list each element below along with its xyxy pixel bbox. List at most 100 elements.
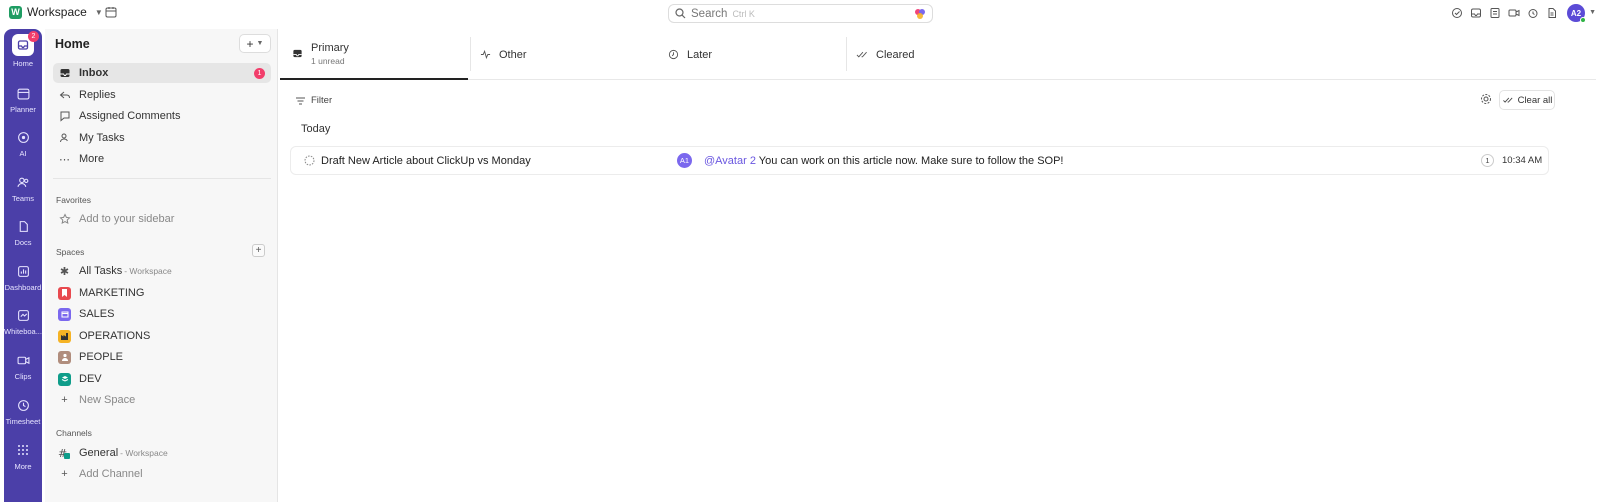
filter-button[interactable]: Filter	[295, 92, 332, 109]
docs-icon	[14, 217, 32, 235]
space-item-sales[interactable]: SALES	[53, 304, 271, 324]
add-space-button[interactable]: +	[252, 244, 265, 257]
sidebar-item-label: Replies	[79, 89, 116, 101]
task-status-icon[interactable]	[304, 155, 315, 166]
sidebar-item-my-tasks[interactable]: My Tasks	[53, 128, 271, 148]
rail-item-clips[interactable]: Clips	[4, 351, 42, 381]
bookmark-icon	[58, 286, 71, 300]
clock-icon	[14, 396, 32, 414]
tab-other[interactable]: Other	[480, 29, 527, 80]
space-item-operations[interactable]: OPERATIONS	[53, 326, 271, 346]
space-item-marketing[interactable]: MARKETING	[53, 283, 271, 303]
rail-label: Planner	[10, 105, 36, 114]
ellipsis-icon: ⋯	[59, 153, 70, 166]
workspace-name: Workspace	[27, 5, 87, 19]
ai-icon	[14, 128, 32, 146]
hashtag-icon: #	[58, 447, 71, 460]
space-label: New Space	[79, 394, 136, 406]
rail-item-planner[interactable]: Planner	[4, 84, 42, 114]
sidebar-item-replies[interactable]: Replies	[53, 85, 271, 105]
sidebar-item-label: My Tasks	[79, 132, 125, 144]
rail-item-ai[interactable]: AI	[4, 128, 42, 158]
search-bar[interactable]: Search Ctrl K	[668, 4, 933, 23]
rail-item-timesheet[interactable]: Timesheet	[4, 396, 42, 426]
comment-icon	[58, 110, 71, 122]
ai-sparkle-icon[interactable]	[914, 8, 926, 20]
sidebar-item-more[interactable]: ⋯ More	[53, 149, 271, 169]
sidebar-item-label: Assigned Comments	[79, 110, 181, 122]
space-sub: - Workspace	[124, 266, 172, 276]
favorites-heading: Favorites	[56, 195, 91, 205]
add-channel-button[interactable]: + Add Channel	[53, 464, 271, 484]
notification-row[interactable]: Draft New Article about ClickUp vs Monda…	[290, 146, 1549, 175]
workspace-logo: W	[9, 5, 22, 19]
top-bar: W Workspace ▼ Search Ctrl K A2 ▼	[0, 0, 1600, 27]
clear-all-button[interactable]: Clear all	[1499, 90, 1555, 110]
inbox-icon	[58, 67, 71, 79]
activity-icon	[480, 49, 491, 60]
tab-label: Other	[499, 48, 527, 61]
spaces-heading: Spaces	[56, 247, 85, 257]
chevron-down-icon[interactable]: ▼	[1589, 9, 1596, 16]
user-avatar-initials: A2	[1570, 8, 1582, 18]
user-avatar[interactable]: A2	[1567, 4, 1586, 23]
plus-icon: +	[61, 394, 68, 406]
rail-label: Teams	[11, 194, 35, 203]
task-name[interactable]: Draft New Article about ClickUp vs Monda…	[321, 155, 531, 167]
plus-icon: +	[255, 245, 262, 256]
add-to-sidebar[interactable]: Add to your sidebar	[53, 209, 271, 229]
sidebar-item-assigned-comments[interactable]: Assigned Comments	[53, 106, 271, 126]
clips-icon	[14, 351, 32, 369]
factory-icon	[58, 329, 71, 343]
double-check-icon	[1502, 95, 1514, 105]
calendar-icon[interactable]	[105, 6, 117, 18]
sidebar-item-inbox[interactable]: Inbox 1	[53, 63, 271, 83]
rail-item-whiteboards[interactable]: Whiteboa...	[4, 306, 42, 336]
space-item-dev[interactable]: DEV	[53, 369, 271, 389]
check-circle-icon[interactable]	[1451, 7, 1463, 19]
group-heading-today: Today	[301, 123, 331, 135]
tab-divider	[470, 37, 471, 71]
grid-icon	[14, 441, 32, 459]
notification-count: 1	[1481, 154, 1494, 167]
teams-icon	[14, 173, 32, 191]
channel-item-general[interactable]: # General - Workspace	[53, 443, 271, 463]
new-space-button[interactable]: + New Space	[53, 390, 271, 410]
rail-item-docs[interactable]: Docs	[4, 217, 42, 247]
rail-item-teams[interactable]: Teams	[4, 173, 42, 203]
space-item-all-tasks[interactable]: ✱ All Tasks - Workspace	[53, 261, 271, 281]
dashboard-icon	[14, 262, 32, 280]
top-icons	[1451, 7, 1558, 19]
rail-item-more[interactable]: More	[4, 441, 42, 471]
document-icon[interactable]	[1546, 7, 1558, 19]
create-new-button[interactable]: + ▼	[239, 34, 271, 53]
channel-label: General	[79, 447, 119, 459]
tab-count: 1 unread	[311, 55, 345, 66]
reply-icon	[58, 89, 71, 101]
clock-icon	[668, 49, 679, 60]
space-item-people[interactable]: PEOPLE	[53, 347, 271, 367]
calendar-icon	[14, 84, 32, 102]
gear-icon[interactable]	[1480, 93, 1492, 105]
tab-later[interactable]: Later	[668, 29, 712, 80]
inbox-tabs: Primary 1 unread Other Later Cleared	[280, 29, 1596, 80]
tab-cleared[interactable]: Cleared	[856, 29, 915, 80]
inbox-icon[interactable]	[1470, 7, 1482, 19]
inbox-icon	[292, 48, 303, 59]
notepad-icon[interactable]	[1489, 7, 1501, 19]
tab-primary[interactable]: Primary 1 unread	[280, 29, 468, 80]
star-icon	[58, 213, 71, 225]
rail-item-dashboard[interactable]: Dashboard	[4, 262, 42, 292]
workspace-switcher[interactable]: W Workspace ▼	[9, 5, 103, 19]
chevron-down-icon: ▼	[256, 40, 264, 47]
plus-icon: +	[246, 36, 254, 51]
sidebar: Home + ▼ Inbox 1 Replies Assigned Comment…	[45, 29, 278, 502]
rail-label: Dashboard	[4, 283, 42, 292]
layers-icon	[58, 372, 71, 386]
alarm-icon[interactable]	[1527, 7, 1539, 19]
notification-time: 10:34 AM	[1502, 155, 1543, 166]
mention-link[interactable]: @Avatar 2	[704, 155, 756, 167]
rail-item-home[interactable]: 2 Home	[4, 31, 42, 68]
video-icon[interactable]	[1508, 7, 1520, 19]
sidebar-title: Home	[55, 37, 90, 51]
